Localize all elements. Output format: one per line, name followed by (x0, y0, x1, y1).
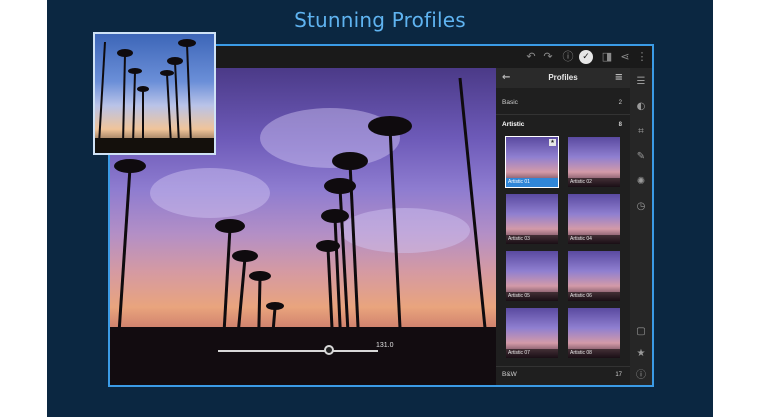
comment-icon[interactable]: ▢ (635, 326, 647, 338)
slider-handle[interactable] (324, 345, 334, 355)
thumbnail-label: Artistic 05 (506, 292, 558, 301)
effects-icon[interactable]: ✺ (635, 176, 647, 188)
group-artistic[interactable]: Artistic 8 (502, 118, 624, 132)
profile-thumbnail[interactable]: Artistic 02 (568, 137, 620, 187)
group-label: B&W (502, 371, 517, 378)
slider-value: 131.0 (376, 342, 394, 349)
star-icon[interactable]: ★ (549, 139, 556, 146)
headline: Stunning Profiles (294, 8, 466, 32)
profile-thumbnail[interactable]: Artistic 06 (568, 251, 620, 301)
profile-thumbnail[interactable]: Artistic 07 (506, 308, 558, 358)
check-icon[interactable]: ✓ (579, 50, 593, 64)
group-label: Artistic (502, 121, 525, 128)
thumbnail-label: Artistic 01 (506, 178, 558, 187)
inset-palms (95, 39, 214, 153)
star-icon[interactable]: ★ (635, 348, 647, 360)
color-icon[interactable]: ◐ (635, 101, 647, 113)
share-icon[interactable]: ⋖ (618, 50, 632, 64)
back-arrow-icon[interactable]: ← (502, 68, 510, 88)
help-icon[interactable]: ⓘ (561, 50, 575, 64)
original-photo-inset (93, 32, 216, 155)
profile-thumbnail[interactable]: Artistic 04 (568, 194, 620, 244)
thumbnail-label: Artistic 03 (506, 235, 558, 244)
group-bw[interactable]: B&W 17 (502, 368, 624, 382)
thumbnail-label: Artistic 08 (568, 349, 620, 358)
divider (496, 114, 630, 115)
foreground-silhouette (110, 327, 496, 385)
group-count: 8 (618, 122, 622, 128)
slider-track[interactable] (218, 350, 378, 352)
thumbnail-label: Artistic 04 (568, 235, 620, 244)
redo-icon[interactable]: ↷ (541, 50, 555, 64)
menu-icon[interactable]: ≡ (615, 68, 623, 88)
thumbnail-label: Artistic 07 (506, 349, 558, 358)
divider (496, 366, 630, 367)
thumbnail-label: Artistic 02 (568, 178, 620, 187)
profile-thumbnail[interactable]: ★ Artistic 01 (505, 136, 559, 188)
profile-thumbnail[interactable]: Artistic 05 (506, 251, 558, 301)
panel-title: Profiles (548, 73, 578, 82)
group-count: 17 (615, 372, 622, 378)
panel-header: ← Profiles ≡ (496, 68, 630, 88)
brush-icon[interactable]: ✎ (635, 151, 647, 163)
more-icon[interactable]: ⋮ (635, 50, 649, 64)
profile-thumbnail[interactable]: Artistic 08 (568, 308, 620, 358)
profiles-panel: ← Profiles ≡ Basic 2 Artistic 8 ★ Artist… (496, 68, 630, 385)
history-icon[interactable]: ◷ (635, 201, 647, 213)
profile-thumbnail[interactable]: Artistic 03 (506, 194, 558, 244)
thumbnail-label: Artistic 06 (568, 292, 620, 301)
group-count: 2 (618, 100, 622, 106)
group-basic[interactable]: Basic 2 (502, 96, 624, 110)
undo-icon[interactable]: ↶ (524, 50, 538, 64)
compare-icon[interactable]: ◨ (600, 50, 614, 64)
sliders-icon[interactable]: ☰ (635, 76, 647, 88)
crop-icon[interactable]: ⌗ (635, 126, 647, 138)
info-icon[interactable]: ⓘ (635, 370, 647, 382)
tool-rail: ☰ ◐ ⌗ ✎ ✺ ◷ ▢ ★ ⓘ (630, 68, 652, 385)
group-label: Basic (502, 99, 518, 106)
